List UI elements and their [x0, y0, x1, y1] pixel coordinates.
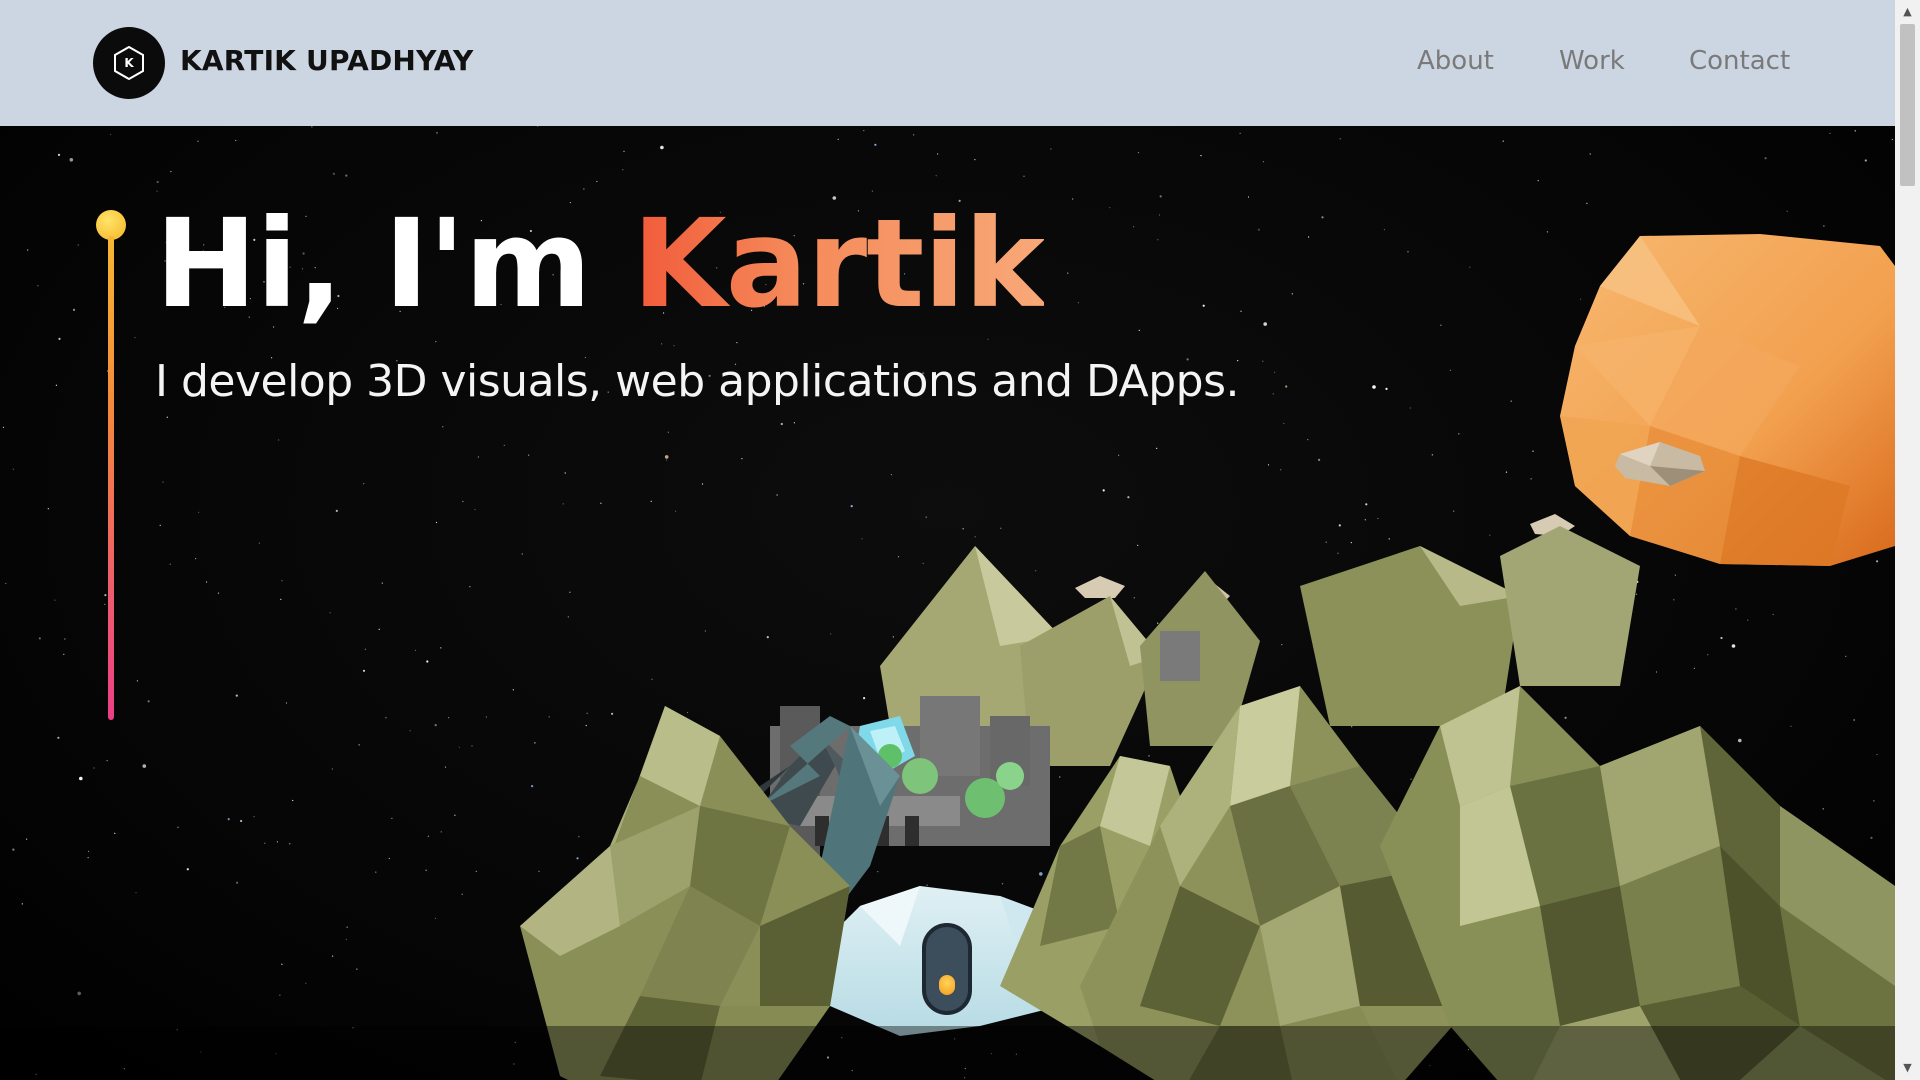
scroll-down-arrow-icon[interactable]: ▼ — [1895, 1058, 1920, 1078]
site-header: K KARTIK UPADHYAY About Work Contact — [0, 0, 1895, 126]
hero-headline: Hi, I'm Kartik — [155, 193, 1045, 335]
hero-tagline: I develop 3D visuals, web applications a… — [155, 356, 1240, 407]
hero-section: Hi, I'm Kartik I develop 3D visuals, web… — [0, 126, 1895, 1080]
scroll-down-indicator[interactable] — [922, 923, 972, 1015]
nav-about-link[interactable]: About — [1417, 46, 1494, 76]
scrollbar-thumb[interactable] — [1900, 24, 1915, 186]
logo-letter: K — [124, 56, 134, 70]
brand-name[interactable]: KARTIK UPADHYAY — [180, 44, 474, 77]
nav-work-link[interactable]: Work — [1559, 46, 1625, 76]
scroll-dot — [939, 975, 955, 995]
page-scrollbar[interactable]: ▲ ▼ — [1895, 0, 1920, 1080]
orange-planet-icon — [1560, 234, 1895, 566]
scroll-up-arrow-icon[interactable]: ▲ — [1895, 2, 1920, 22]
nav-contact-link[interactable]: Contact — [1689, 46, 1790, 76]
timeline-line — [108, 236, 114, 720]
hero-name: Kartik — [632, 193, 1045, 335]
logo[interactable]: K — [93, 27, 165, 99]
right-mountains — [1000, 686, 1895, 1080]
hero-greeting: Hi, I'm — [155, 193, 633, 335]
